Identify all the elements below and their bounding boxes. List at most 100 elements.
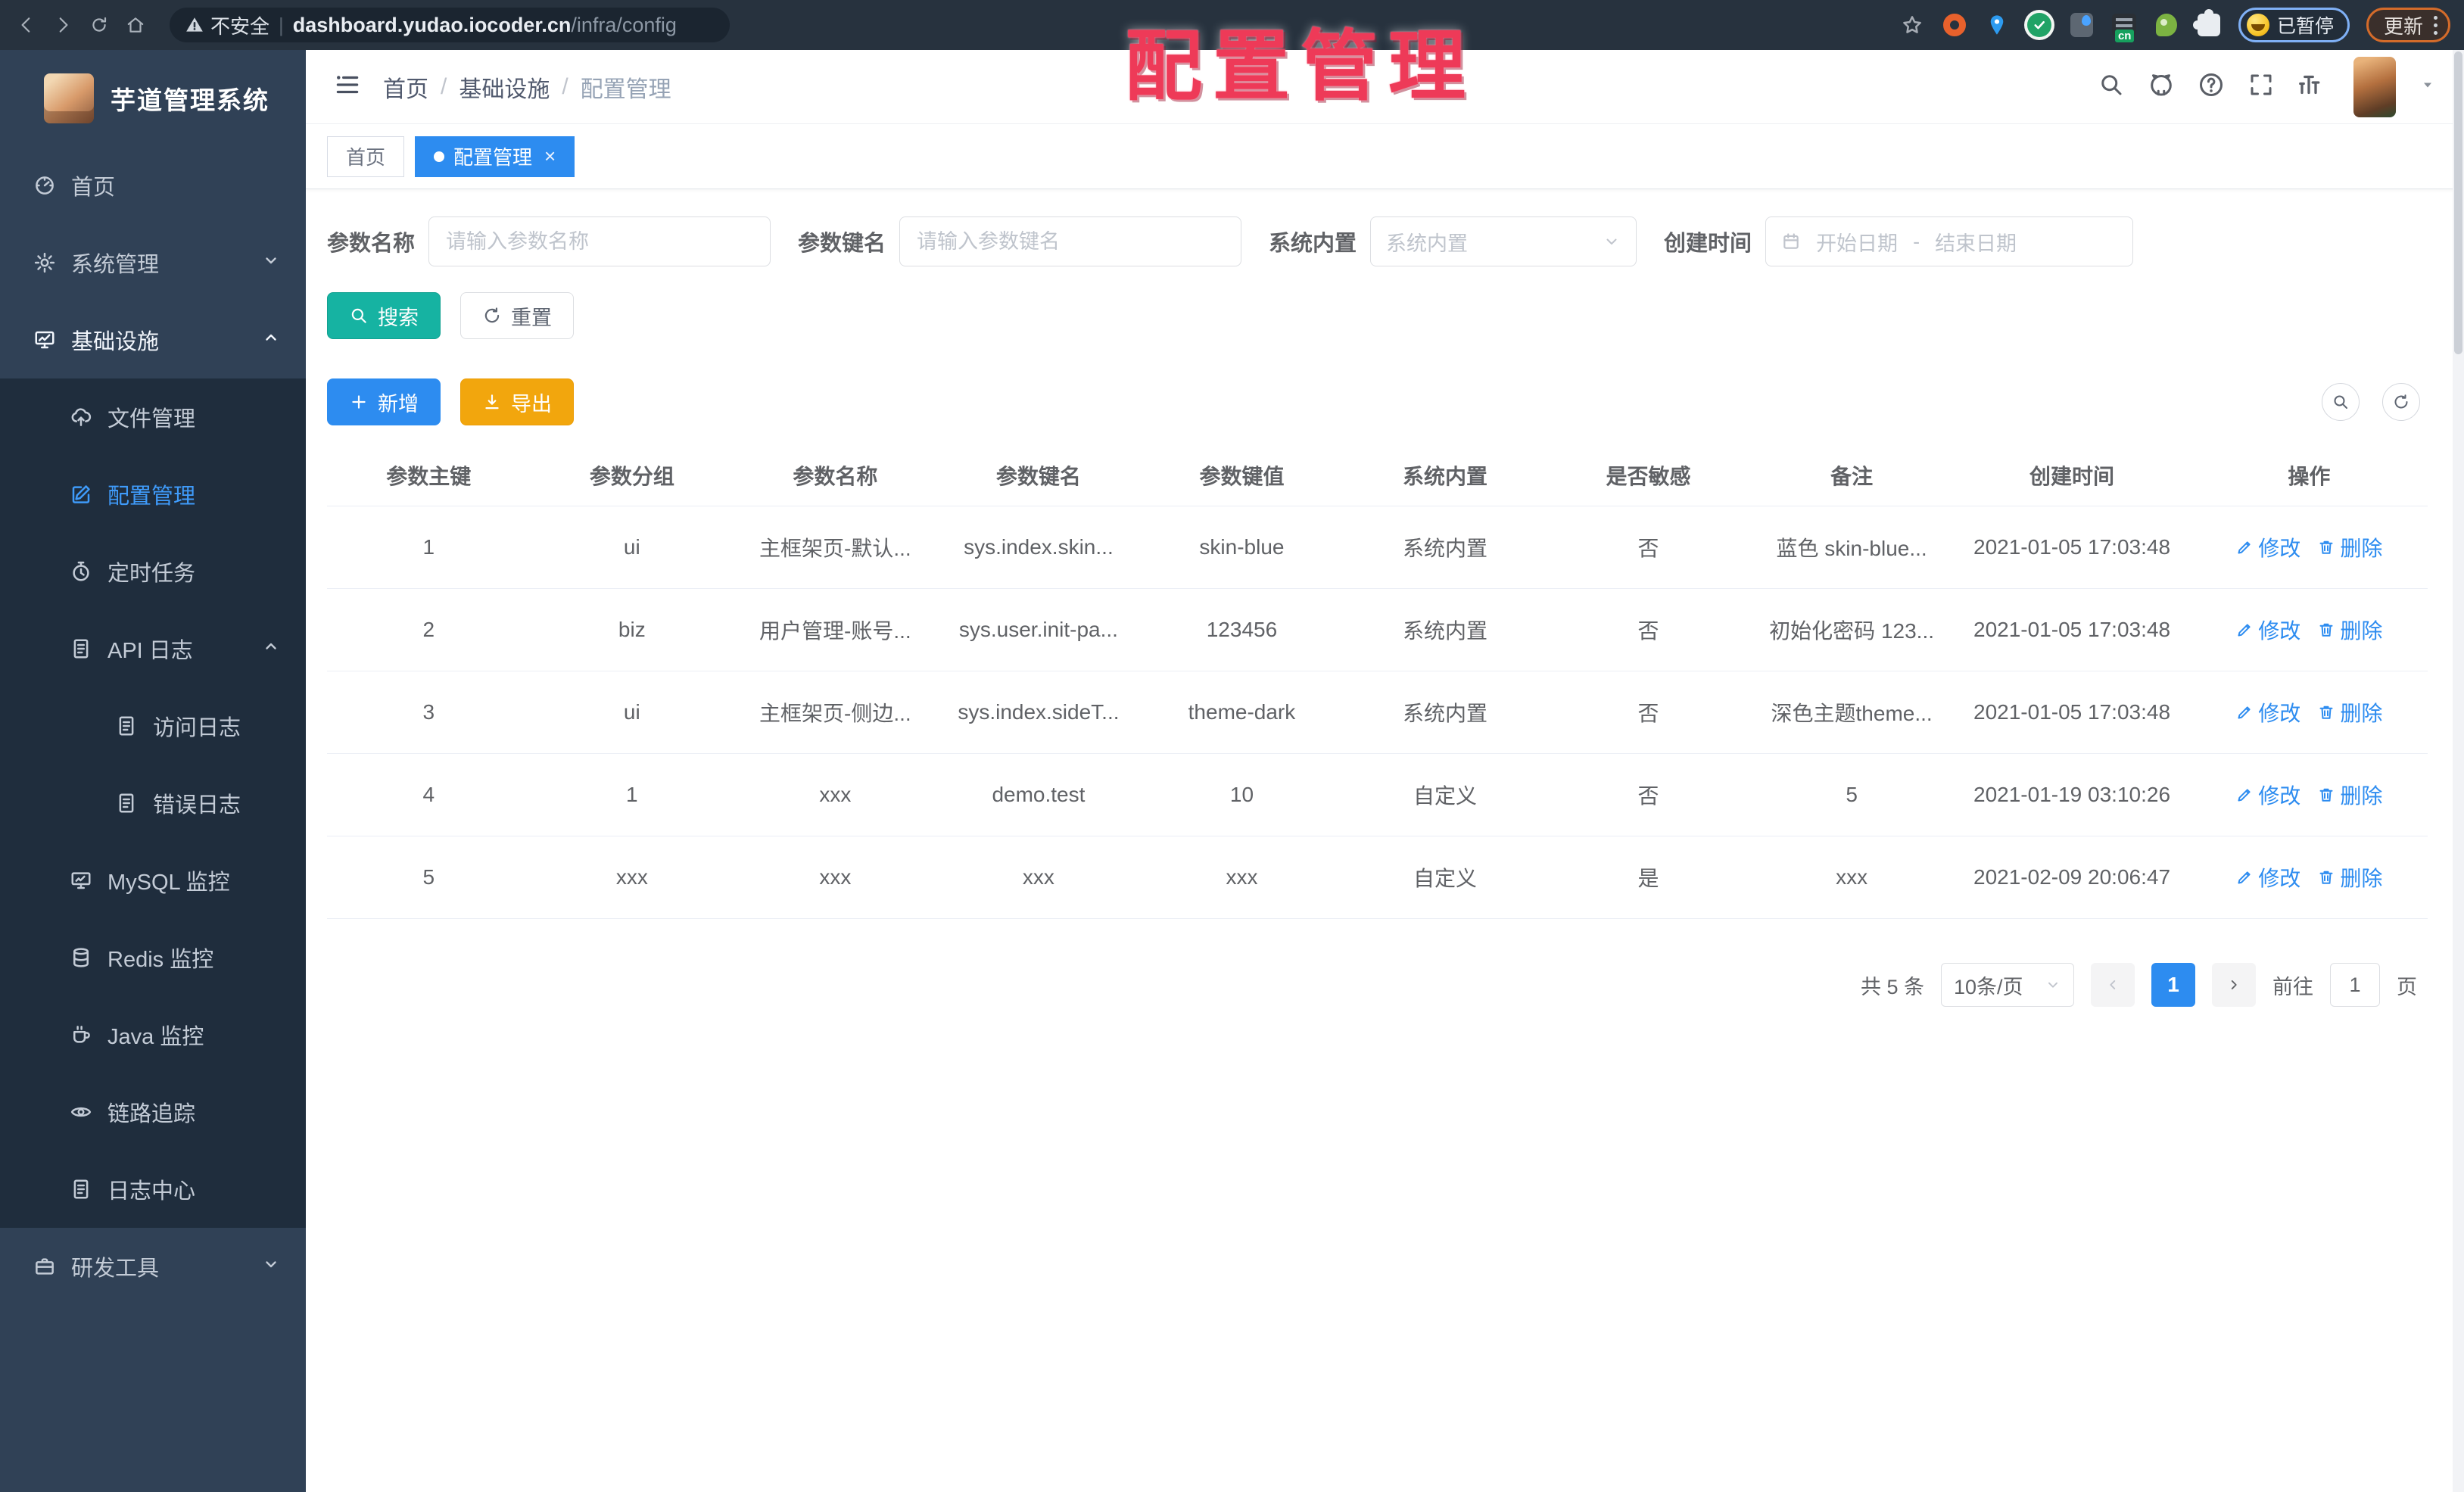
browser-forward-button[interactable] bbox=[50, 12, 76, 38]
tab-config[interactable]: 配置管理 × bbox=[415, 135, 575, 177]
avatar[interactable] bbox=[2353, 56, 2396, 117]
sidebar-item-10[interactable]: Redis 监控 bbox=[0, 919, 306, 996]
sidebar-item-8[interactable]: 错误日志 bbox=[0, 765, 306, 842]
export-button[interactable]: 导出 bbox=[460, 378, 574, 425]
prev-page-button[interactable] bbox=[2091, 963, 2135, 1007]
sidebar-item-1[interactable]: 系统管理 bbox=[0, 224, 306, 301]
breadcrumb-home[interactable]: 首页 bbox=[383, 70, 428, 104]
help-icon[interactable] bbox=[2198, 71, 2225, 102]
browser-home-button[interactable] bbox=[123, 12, 148, 38]
browser-menu-icon[interactable] bbox=[2434, 15, 2438, 35]
sidebar-item-label: 文件管理 bbox=[107, 407, 196, 431]
github-icon[interactable] bbox=[2148, 71, 2175, 102]
sidebar-collapse-icon[interactable] bbox=[333, 70, 362, 103]
edit-link[interactable]: 修改 bbox=[2235, 780, 2300, 810]
table-cell: ui bbox=[623, 535, 640, 559]
sidebar-item-label: API 日志 bbox=[107, 639, 193, 663]
sidebar-item-5[interactable]: 定时任务 bbox=[0, 533, 306, 610]
next-page-button[interactable] bbox=[2212, 963, 2256, 1007]
delete-link[interactable]: 删除 bbox=[2317, 862, 2382, 892]
cloud-up-icon bbox=[70, 406, 92, 428]
timer-icon bbox=[70, 560, 92, 583]
extension-green-check-icon[interactable] bbox=[2026, 12, 2052, 38]
extension-leaf-icon[interactable] bbox=[2154, 12, 2179, 38]
scrollbar-thumb[interactable] bbox=[2454, 51, 2462, 354]
extensions-puzzle-icon[interactable] bbox=[2192, 9, 2222, 38]
extension-pin-icon[interactable] bbox=[1984, 12, 2010, 38]
sidebar-item-11[interactable]: Java 监控 bbox=[0, 996, 306, 1073]
edit-link[interactable]: 修改 bbox=[2235, 532, 2300, 562]
column-header: 操作 bbox=[2288, 465, 2331, 488]
delete-link[interactable]: 删除 bbox=[2317, 780, 2382, 810]
sidebar-item-3[interactable]: 文件管理 bbox=[0, 378, 306, 456]
sidebar-logo[interactable]: 芋道管理系统 bbox=[0, 50, 306, 147]
page-content: 参数名称 参数键名 系统内置 系统内置 创建时间 开始日期 - 结束日期 bbox=[306, 189, 2464, 1492]
extension-cn-badge-icon[interactable]: cn bbox=[2111, 12, 2137, 42]
address-bar[interactable]: 不安全 | dashboard.yudao.iocoder.cn/infra/c… bbox=[170, 8, 730, 42]
table-cell-actions: 修改 删除 bbox=[2191, 506, 2428, 588]
chevron-down-icon bbox=[2045, 976, 2061, 993]
edit-link[interactable]: 修改 bbox=[2235, 697, 2300, 727]
tab-home[interactable]: 首页 bbox=[327, 135, 405, 177]
table-cell: 否 bbox=[1637, 619, 1659, 643]
avatar-caret-icon[interactable] bbox=[2419, 76, 2437, 98]
current-page[interactable]: 1 bbox=[2151, 963, 2195, 1007]
table-cell: ui bbox=[623, 700, 640, 724]
extension-orange-ring-icon[interactable] bbox=[1942, 12, 1967, 38]
sidebar-item-12[interactable]: 链路追踪 bbox=[0, 1073, 306, 1151]
paused-badge[interactable]: 已暂停 bbox=[2238, 8, 2350, 42]
search-icon[interactable] bbox=[2098, 71, 2125, 102]
param-name-label: 参数名称 bbox=[327, 232, 416, 256]
sidebar-item-13[interactable]: 日志中心 bbox=[0, 1151, 306, 1228]
chevron-icon bbox=[262, 637, 280, 662]
toggle-search-button[interactable] bbox=[2322, 383, 2360, 421]
font-size-icon[interactable] bbox=[2297, 71, 2325, 102]
column-header: 是否敏感 bbox=[1606, 465, 1691, 488]
breadcrumb-infra[interactable]: 基础设施 bbox=[459, 70, 550, 104]
delete-link[interactable]: 删除 bbox=[2317, 615, 2382, 645]
date-range-picker[interactable]: 开始日期 - 结束日期 bbox=[1765, 216, 2134, 266]
search-button[interactable]: 搜索 bbox=[327, 292, 441, 339]
url-separator: | bbox=[279, 13, 284, 36]
sidebar-item-label: 基础设施 bbox=[71, 330, 160, 354]
table-row: 5 xxx xxx xxx xxx 自定义 是 xxx 2021-02-09 20:06:47 修… bbox=[327, 836, 2428, 919]
sidebar-item-6[interactable]: API 日志 bbox=[0, 610, 306, 687]
delete-link[interactable]: 删除 bbox=[2317, 697, 2382, 727]
sidebar-item-0[interactable]: 首页 bbox=[0, 147, 306, 224]
goto-page-input[interactable] bbox=[2330, 963, 2380, 1007]
edit-link[interactable]: 修改 bbox=[2235, 615, 2300, 645]
browser-reload-button[interactable] bbox=[86, 12, 112, 38]
reset-button[interactable]: 重置 bbox=[460, 292, 574, 339]
dashboard-icon bbox=[33, 174, 56, 197]
sidebar-item-7[interactable]: 访问日志 bbox=[0, 687, 306, 765]
breadcrumb: 首页 / 基础设施 / 配置管理 bbox=[383, 70, 671, 104]
refresh-table-button[interactable] bbox=[2382, 383, 2420, 421]
table-cell-actions: 修改 删除 bbox=[2191, 589, 2428, 671]
page-size-select[interactable]: 10条/页 bbox=[1941, 963, 2074, 1007]
browser-update-button[interactable]: 更新 bbox=[2366, 8, 2450, 42]
delete-link[interactable]: 删除 bbox=[2317, 532, 2382, 562]
column-header: 系统内置 bbox=[1403, 465, 1488, 488]
extension-gray-drop-icon[interactable] bbox=[2069, 12, 2095, 38]
total-count: 共 5 条 bbox=[1860, 975, 1924, 998]
browser-back-button[interactable] bbox=[14, 12, 39, 38]
system-builtin-select[interactable]: 系统内置 bbox=[1370, 216, 1637, 266]
param-name-input[interactable] bbox=[428, 216, 771, 266]
sidebar-item-2[interactable]: 基础设施 bbox=[0, 301, 306, 378]
sidebar-item-14[interactable]: 研发工具 bbox=[0, 1228, 306, 1305]
sidebar-item-label: 研发工具 bbox=[71, 1257, 160, 1281]
page-scrollbar[interactable] bbox=[2453, 50, 2464, 1492]
fullscreen-icon[interactable] bbox=[2248, 71, 2275, 102]
monitor-icon bbox=[70, 869, 92, 892]
sidebar-item-9[interactable]: MySQL 监控 bbox=[0, 842, 306, 919]
table-cell-actions: 修改 删除 bbox=[2191, 671, 2428, 753]
table-cell-actions: 修改 删除 bbox=[2191, 836, 2428, 918]
add-button[interactable]: 新增 bbox=[327, 378, 441, 425]
tab-close-icon[interactable]: × bbox=[544, 145, 556, 168]
not-secure-warning-icon bbox=[185, 15, 204, 35]
chevron-icon bbox=[262, 251, 280, 276]
param-key-input[interactable] bbox=[899, 216, 1242, 266]
sidebar-item-4[interactable]: 配置管理 bbox=[0, 456, 306, 533]
bookmark-star-icon[interactable] bbox=[1899, 12, 1925, 38]
edit-link[interactable]: 修改 bbox=[2235, 862, 2300, 892]
